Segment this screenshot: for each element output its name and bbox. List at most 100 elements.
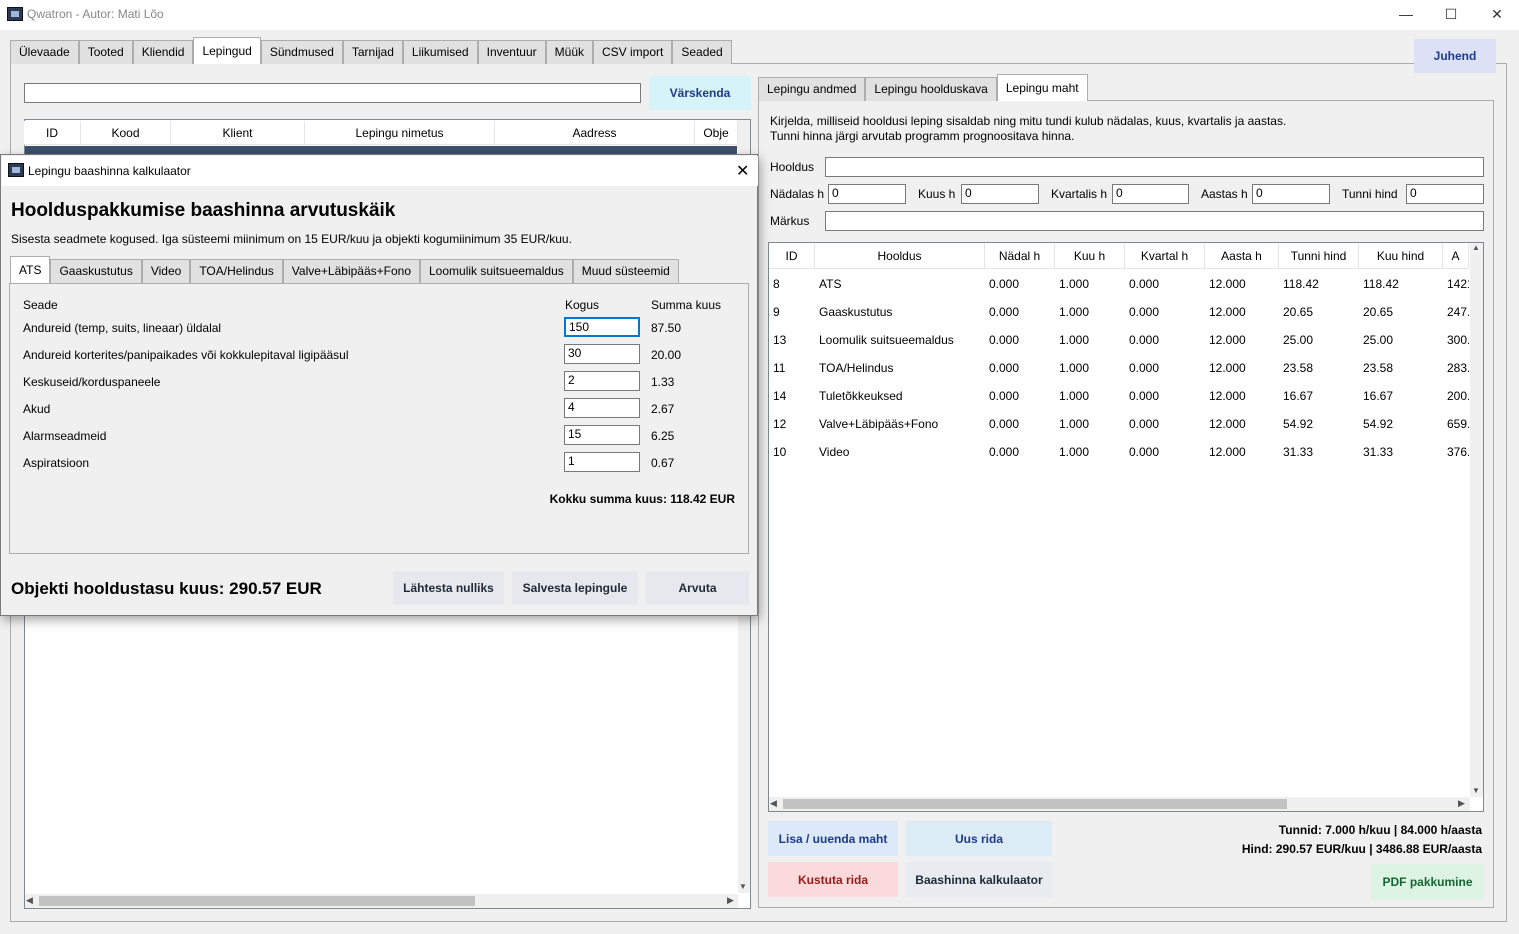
column-header[interactable]: Hooldus bbox=[815, 243, 985, 269]
tab-sundmused[interactable]: Sündmused bbox=[260, 40, 343, 64]
calculate-button[interactable]: Arvuta bbox=[646, 571, 749, 605]
tab-tarnijad[interactable]: Tarnijad bbox=[342, 40, 403, 64]
column-header[interactable]: Lepingu nimetus bbox=[305, 121, 495, 145]
monthly-sum: 6.25 bbox=[651, 429, 675, 443]
right-vertical-scrollbar[interactable]: ▲ ▼ bbox=[1470, 243, 1483, 797]
delete-row-button[interactable]: Kustuta rida bbox=[768, 862, 898, 897]
scroll-thumb[interactable] bbox=[39, 896, 475, 906]
table-cell: 0.000 bbox=[1129, 389, 1160, 403]
table-row[interactable]: 8 ATS 0.000 1.000 0.000 12.000 118.42 118.42 142… bbox=[769, 270, 1469, 298]
tab-lepingu-hoolduskava[interactable]: Lepingu hoolduskava bbox=[865, 77, 997, 101]
tab-seaded[interactable]: Seaded bbox=[672, 40, 732, 64]
search-input[interactable] bbox=[24, 83, 641, 103]
table-cell: 54.92 bbox=[1283, 417, 1314, 431]
maintenance-table-header: ID Hooldus Nädal h Kuu h Kvartal h Aasta… bbox=[769, 243, 1469, 269]
tab-liikumised[interactable]: Liikumised bbox=[402, 40, 478, 64]
scroll-up-arrow-icon[interactable]: ▲ bbox=[1472, 243, 1480, 252]
tab-ats[interactable]: ATS bbox=[10, 256, 51, 283]
tab-toa-helindus[interactable]: TOA/Helindus bbox=[190, 259, 283, 283]
close-icon[interactable]: ✕ bbox=[736, 161, 749, 181]
tab-lepingud[interactable]: Lepingud bbox=[193, 37, 261, 64]
device-label: Aspiratsioon bbox=[23, 456, 90, 470]
table-row[interactable]: 9 Gaaskustutus 0.000 1.000 0.000 12.000 20.65 2… bbox=[769, 298, 1469, 326]
column-header[interactable]: Kvartal h bbox=[1125, 243, 1205, 269]
column-header[interactable]: Aasta h bbox=[1205, 243, 1279, 269]
save-to-contract-button[interactable]: Salvesta lepingule bbox=[512, 571, 638, 605]
column-header[interactable]: Obje bbox=[695, 121, 738, 145]
quantity-input[interactable]: 30 bbox=[564, 344, 640, 364]
tab-muud-susteemid[interactable]: Muud süsteemid bbox=[572, 259, 679, 283]
quantity-input[interactable]: 4 bbox=[564, 398, 640, 418]
new-row-button[interactable]: Uus rida bbox=[906, 821, 1052, 856]
column-header[interactable]: Kuu h bbox=[1055, 243, 1125, 269]
kvartalis-input[interactable]: 0 bbox=[1112, 184, 1189, 204]
minimize-icon[interactable]: — bbox=[1391, 4, 1421, 24]
base-price-calculator-dialog: Lepingu baashinna kalkulaator ✕ Hooldusp… bbox=[0, 154, 758, 616]
table-row[interactable]: 12 Valve+Läbipääs+Fono 0.000 1.000 0.000 12.0… bbox=[769, 410, 1469, 438]
column-header[interactable]: ID bbox=[769, 243, 815, 269]
maintenance-table[interactable]: ID Hooldus Nädal h Kuu h Kvartal h Aasta… bbox=[768, 242, 1484, 812]
column-header[interactable]: ID bbox=[24, 121, 81, 145]
table-cell: 16.67 bbox=[1363, 389, 1394, 403]
column-header[interactable]: Nädal h bbox=[985, 243, 1055, 269]
description-line2: Tunni hinna järgi arvutab programm progn… bbox=[770, 129, 1075, 143]
tab-inventuur[interactable]: Inventuur bbox=[477, 40, 546, 64]
column-header[interactable]: Tunni hind bbox=[1279, 243, 1359, 269]
column-header[interactable]: Kuu hind bbox=[1359, 243, 1443, 269]
scroll-left-arrow-icon[interactable]: ◀ bbox=[770, 798, 777, 809]
table-row[interactable]: 11 TOA/Helindus 0.000 1.000 0.000 12.000 23.58… bbox=[769, 354, 1469, 382]
table-cell: 118.42 bbox=[1363, 277, 1399, 291]
tab-kliendid[interactable]: Kliendid bbox=[132, 40, 194, 64]
scroll-thumb[interactable] bbox=[783, 799, 1287, 809]
maximize-icon[interactable]: ☐ bbox=[1436, 4, 1466, 24]
tab-lepingu-andmed[interactable]: Lepingu andmed bbox=[758, 77, 866, 101]
table-row[interactable]: 14 Tuletõkkeuksed 0.000 1.000 0.000 12.000 16.… bbox=[769, 382, 1469, 410]
column-header[interactable]: Kood bbox=[81, 121, 171, 145]
table-row[interactable]: 10 Video 0.000 1.000 0.000 12.000 31.33 31.33 37… bbox=[769, 438, 1469, 466]
tab-ulevaade[interactable]: Ülevaade bbox=[10, 40, 79, 64]
close-icon[interactable]: ✕ bbox=[1482, 4, 1512, 24]
right-horizontal-scrollbar[interactable]: ◀ ▶ bbox=[769, 797, 1470, 811]
table-row[interactable]: 13 Loomulik suitsueemaldus 0.000 1.000 0.000… bbox=[769, 326, 1469, 354]
column-header[interactable]: Aadress bbox=[495, 121, 695, 145]
tab-tooted[interactable]: Tooted bbox=[78, 40, 133, 64]
pdf-offer-button[interactable]: PDF pakkumine bbox=[1371, 864, 1484, 899]
quantity-input[interactable]: 2 bbox=[564, 371, 640, 391]
table-cell: 1.000 bbox=[1059, 445, 1090, 459]
table-cell: 13 bbox=[773, 333, 787, 347]
scroll-left-arrow-icon[interactable]: ◀ bbox=[26, 895, 33, 906]
tab-csv-import[interactable]: CSV import bbox=[593, 40, 673, 64]
table-cell: 16.67 bbox=[1283, 389, 1314, 403]
scroll-down-arrow-icon[interactable]: ▼ bbox=[739, 882, 747, 891]
quantity-input[interactable]: 150 bbox=[564, 317, 640, 337]
scroll-down-arrow-icon[interactable]: ▼ bbox=[1472, 786, 1480, 795]
selected-row[interactable] bbox=[25, 146, 737, 154]
tab-lepingu-maht[interactable]: Lepingu maht bbox=[996, 74, 1088, 101]
quantity-input[interactable]: 15 bbox=[564, 425, 640, 445]
table-cell: 54.92 bbox=[1363, 417, 1394, 431]
aastas-input[interactable]: 0 bbox=[1252, 184, 1330, 204]
tab-muuk[interactable]: Müük bbox=[545, 40, 593, 64]
help-button[interactable]: Juhend bbox=[1414, 39, 1496, 73]
reset-button[interactable]: Lähtesta nulliks bbox=[393, 571, 504, 605]
nadalas-input[interactable]: 0 bbox=[828, 184, 906, 204]
add-update-volume-button[interactable]: Lisa / uuenda maht bbox=[768, 821, 898, 856]
markus-input[interactable] bbox=[825, 211, 1484, 231]
scroll-right-arrow-icon[interactable]: ▶ bbox=[1458, 798, 1465, 809]
scroll-right-arrow-icon[interactable]: ▶ bbox=[727, 895, 734, 906]
hooldus-input[interactable] bbox=[825, 157, 1484, 177]
base-price-calculator-button[interactable]: Baashinna kalkulaator bbox=[906, 862, 1052, 897]
kuus-input[interactable]: 0 bbox=[961, 184, 1039, 204]
column-header[interactable]: A bbox=[1443, 243, 1469, 269]
tab-loomulik-suitsueemaldus[interactable]: Loomulik suitsueemaldus bbox=[420, 259, 573, 283]
tab-video[interactable]: Video bbox=[141, 259, 191, 283]
table-cell: 0.000 bbox=[1129, 277, 1160, 291]
refresh-button[interactable]: Värskenda bbox=[649, 76, 751, 110]
tab-gaaskustutus[interactable]: Gaaskustutus bbox=[50, 259, 142, 283]
left-horizontal-scrollbar[interactable]: ◀ ▶ bbox=[25, 894, 738, 908]
tunnihind-input[interactable]: 0 bbox=[1406, 184, 1484, 204]
table-cell: 12.000 bbox=[1209, 361, 1246, 375]
column-header[interactable]: Klient bbox=[171, 121, 305, 145]
tab-valve[interactable]: Valve+Läbipääs+Fono bbox=[282, 259, 420, 283]
quantity-input[interactable]: 1 bbox=[564, 452, 640, 472]
